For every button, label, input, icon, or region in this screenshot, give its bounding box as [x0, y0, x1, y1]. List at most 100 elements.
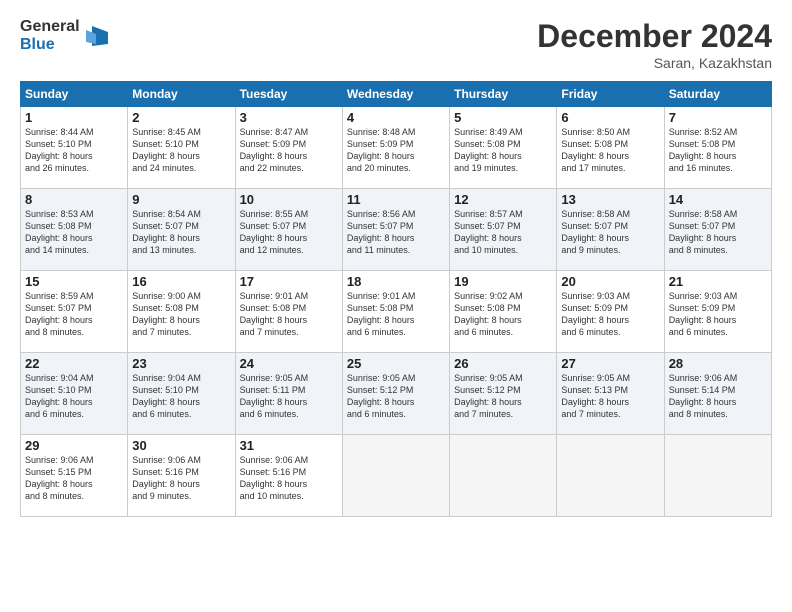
title-block: December 2024 Saran, Kazakhstan [537, 18, 772, 71]
calendar-day-cell [342, 435, 449, 517]
day-info: Sunrise: 9:05 AM Sunset: 5:13 PM Dayligh… [561, 373, 630, 419]
day-number: 31 [240, 438, 338, 453]
day-number: 7 [669, 110, 767, 125]
calendar-day-cell: 11 Sunrise: 8:56 AM Sunset: 5:07 PM Dayli… [342, 189, 449, 271]
calendar-day-cell [557, 435, 664, 517]
day-info: Sunrise: 9:05 AM Sunset: 5:12 PM Dayligh… [454, 373, 523, 419]
calendar-header-cell: Wednesday [342, 82, 449, 107]
day-number: 3 [240, 110, 338, 125]
calendar-day-cell: 4 Sunrise: 8:48 AM Sunset: 5:09 PM Daylig… [342, 107, 449, 189]
calendar-day-cell: 15Sunrise: 8:59 AM Sunset: 5:07 PM Dayli… [21, 271, 128, 353]
day-number: 30 [132, 438, 230, 453]
day-number: 22 [25, 356, 123, 371]
day-info: Sunrise: 8:56 AM Sunset: 5:07 PM Dayligh… [347, 209, 416, 255]
day-info: Sunrise: 8:53 AM Sunset: 5:08 PM Dayligh… [25, 209, 94, 255]
calendar-week-row: 15Sunrise: 8:59 AM Sunset: 5:07 PM Dayli… [21, 271, 772, 353]
day-info: Sunrise: 9:05 AM Sunset: 5:12 PM Dayligh… [347, 373, 416, 419]
day-number: 16 [132, 274, 230, 289]
day-info: Sunrise: 9:06 AM Sunset: 5:15 PM Dayligh… [25, 455, 94, 501]
calendar-header-cell: Sunday [21, 82, 128, 107]
calendar-body: 1Sunrise: 8:44 AM Sunset: 5:10 PM Daylig… [21, 107, 772, 517]
day-info: Sunrise: 8:54 AM Sunset: 5:07 PM Dayligh… [132, 209, 201, 255]
day-info: Sunrise: 8:50 AM Sunset: 5:08 PM Dayligh… [561, 127, 630, 173]
day-info: Sunrise: 9:04 AM Sunset: 5:10 PM Dayligh… [132, 373, 201, 419]
day-number: 25 [347, 356, 445, 371]
day-number: 19 [454, 274, 552, 289]
day-info: Sunrise: 8:58 AM Sunset: 5:07 PM Dayligh… [669, 209, 738, 255]
day-info: Sunrise: 9:06 AM Sunset: 5:16 PM Dayligh… [240, 455, 309, 501]
calendar-header-cell: Monday [128, 82, 235, 107]
calendar-day-cell: 26 Sunrise: 9:05 AM Sunset: 5:12 PM Dayli… [450, 353, 557, 435]
day-number: 4 [347, 110, 445, 125]
day-info: Sunrise: 8:52 AM Sunset: 5:08 PM Dayligh… [669, 127, 738, 173]
calendar-day-cell: 8 Sunrise: 8:53 AM Sunset: 5:08 PM Daylig… [21, 189, 128, 271]
calendar-day-cell: 14Sunrise: 8:58 AM Sunset: 5:07 PM Dayli… [664, 189, 771, 271]
day-number: 5 [454, 110, 552, 125]
day-info: Sunrise: 9:04 AM Sunset: 5:10 PM Dayligh… [25, 373, 94, 419]
logo-general: General [20, 18, 80, 36]
day-info: Sunrise: 8:55 AM Sunset: 5:07 PM Dayligh… [240, 209, 309, 255]
logo-text: General Blue [20, 18, 80, 53]
calendar-day-cell: 16 Sunrise: 9:00 AM Sunset: 5:08 PM Dayli… [128, 271, 235, 353]
page: General Blue December 2024 Saran, Kazakh… [0, 0, 792, 612]
calendar-day-cell: 13Sunrise: 8:58 AM Sunset: 5:07 PM Dayli… [557, 189, 664, 271]
day-info: Sunrise: 9:01 AM Sunset: 5:08 PM Dayligh… [347, 291, 416, 337]
day-info: Sunrise: 9:02 AM Sunset: 5:08 PM Dayligh… [454, 291, 523, 337]
day-info: Sunrise: 8:48 AM Sunset: 5:09 PM Dayligh… [347, 127, 416, 173]
day-info: Sunrise: 9:00 AM Sunset: 5:08 PM Dayligh… [132, 291, 201, 337]
day-number: 13 [561, 192, 659, 207]
day-info: Sunrise: 9:01 AM Sunset: 5:08 PM Dayligh… [240, 291, 309, 337]
calendar-week-row: 22 Sunrise: 9:04 AM Sunset: 5:10 PM Dayli… [21, 353, 772, 435]
logo-icon [82, 22, 110, 50]
calendar-day-cell: 9Sunrise: 8:54 AM Sunset: 5:07 PM Daylig… [128, 189, 235, 271]
calendar-day-cell [664, 435, 771, 517]
calendar-header-cell: Saturday [664, 82, 771, 107]
day-number: 26 [454, 356, 552, 371]
calendar-day-cell: 31 Sunrise: 9:06 AM Sunset: 5:16 PM Dayli… [235, 435, 342, 517]
calendar-day-cell: 1Sunrise: 8:44 AM Sunset: 5:10 PM Daylig… [21, 107, 128, 189]
calendar-day-cell: 23Sunrise: 9:04 AM Sunset: 5:10 PM Dayli… [128, 353, 235, 435]
day-info: Sunrise: 9:06 AM Sunset: 5:16 PM Dayligh… [132, 455, 201, 501]
calendar-week-row: 8 Sunrise: 8:53 AM Sunset: 5:08 PM Daylig… [21, 189, 772, 271]
day-info: Sunrise: 9:03 AM Sunset: 5:09 PM Dayligh… [669, 291, 738, 337]
day-info: Sunrise: 9:03 AM Sunset: 5:09 PM Dayligh… [561, 291, 630, 337]
calendar-day-cell: 6Sunrise: 8:50 AM Sunset: 5:08 PM Daylig… [557, 107, 664, 189]
calendar-day-cell: 18 Sunrise: 9:01 AM Sunset: 5:08 PM Dayli… [342, 271, 449, 353]
calendar-day-cell: 10 Sunrise: 8:55 AM Sunset: 5:07 PM Dayli… [235, 189, 342, 271]
calendar-day-cell: 22 Sunrise: 9:04 AM Sunset: 5:10 PM Dayli… [21, 353, 128, 435]
day-number: 10 [240, 192, 338, 207]
day-number: 24 [240, 356, 338, 371]
day-info: Sunrise: 8:59 AM Sunset: 5:07 PM Dayligh… [25, 291, 94, 337]
day-info: Sunrise: 8:49 AM Sunset: 5:08 PM Dayligh… [454, 127, 523, 173]
calendar-day-cell: 25 Sunrise: 9:05 AM Sunset: 5:12 PM Dayli… [342, 353, 449, 435]
calendar-day-cell: 5 Sunrise: 8:49 AM Sunset: 5:08 PM Daylig… [450, 107, 557, 189]
calendar-day-cell: 29Sunrise: 9:06 AM Sunset: 5:15 PM Dayli… [21, 435, 128, 517]
day-info: Sunrise: 9:06 AM Sunset: 5:14 PM Dayligh… [669, 373, 738, 419]
calendar-day-cell: 20Sunrise: 9:03 AM Sunset: 5:09 PM Dayli… [557, 271, 664, 353]
day-info: Sunrise: 8:57 AM Sunset: 5:07 PM Dayligh… [454, 209, 523, 255]
calendar-day-cell: 19 Sunrise: 9:02 AM Sunset: 5:08 PM Dayli… [450, 271, 557, 353]
calendar-header-cell: Friday [557, 82, 664, 107]
calendar-day-cell [450, 435, 557, 517]
day-number: 18 [347, 274, 445, 289]
calendar-week-row: 1Sunrise: 8:44 AM Sunset: 5:10 PM Daylig… [21, 107, 772, 189]
calendar-day-cell: 28 Sunrise: 9:06 AM Sunset: 5:14 PM Dayli… [664, 353, 771, 435]
day-number: 27 [561, 356, 659, 371]
calendar-header-row: SundayMondayTuesdayWednesdayThursdayFrid… [21, 82, 772, 107]
day-info: Sunrise: 8:47 AM Sunset: 5:09 PM Dayligh… [240, 127, 309, 173]
day-number: 17 [240, 274, 338, 289]
month-title: December 2024 [537, 18, 772, 55]
calendar-day-cell: 17 Sunrise: 9:01 AM Sunset: 5:08 PM Dayli… [235, 271, 342, 353]
day-number: 8 [25, 192, 123, 207]
day-number: 21 [669, 274, 767, 289]
calendar-day-cell: 27 Sunrise: 9:05 AM Sunset: 5:13 PM Dayli… [557, 353, 664, 435]
day-number: 28 [669, 356, 767, 371]
day-number: 11 [347, 192, 445, 207]
day-info: Sunrise: 9:05 AM Sunset: 5:11 PM Dayligh… [240, 373, 309, 419]
calendar-table: SundayMondayTuesdayWednesdayThursdayFrid… [20, 81, 772, 517]
calendar-day-cell: 30 Sunrise: 9:06 AM Sunset: 5:16 PM Dayli… [128, 435, 235, 517]
calendar-week-row: 29Sunrise: 9:06 AM Sunset: 5:15 PM Dayli… [21, 435, 772, 517]
subtitle: Saran, Kazakhstan [537, 55, 772, 71]
logo-blue: Blue [20, 36, 80, 54]
calendar-day-cell: 3 Sunrise: 8:47 AM Sunset: 5:09 PM Daylig… [235, 107, 342, 189]
